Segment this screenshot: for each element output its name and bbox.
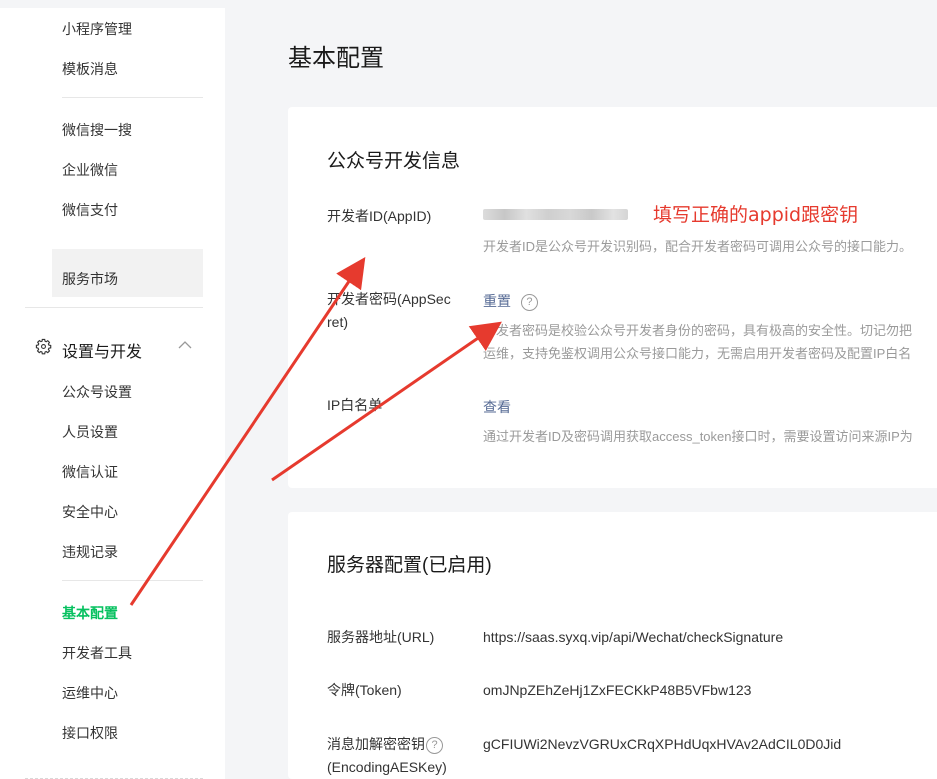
annotation-text: 填写正确的appid跟密钥	[653, 204, 859, 226]
nav-divider	[62, 580, 203, 581]
sidebar-item-account-settings[interactable]: 公众号设置	[62, 382, 132, 402]
sidebar-item-violations[interactable]: 违规记录	[62, 542, 118, 562]
aeskey-value: gCFIUWi2NevzVGRUxCRqXPHdUqxHVAv2AdCIL0D0…	[483, 736, 842, 752]
section-label: 设置与开发	[62, 344, 143, 361]
appsecret-description-line1: 开发者密码是校验公众号开发者身份的密码，具有极高的安全性。切记勿把	[483, 323, 913, 338]
appid-description: 开发者ID是公众号开发识别码，配合开发者密码可调用公众号的接口能力。	[483, 239, 913, 254]
sidebar-item-dev-tools[interactable]: 开发者工具	[62, 643, 132, 663]
chevron-up-icon	[178, 341, 192, 349]
sidebar-item-miniprogram[interactable]: 小程序管理	[62, 19, 132, 39]
sidebar-item-market-label: 服务市场	[62, 271, 118, 287]
appid-value-redacted	[483, 209, 628, 220]
appsecret-label-line2: ret)	[327, 314, 348, 330]
sidebar-item-pay[interactable]: 微信支付	[62, 200, 118, 220]
card-title: 公众号开发信息	[327, 151, 461, 172]
help-icon[interactable]: ?	[426, 736, 443, 754]
dev-info-card: 公众号开发信息 开发者ID(AppID) 开发者ID是公众号开发识别码，配合开发…	[288, 107, 937, 488]
server-config-card: 服务器配置(已启用) 服务器地址(URL) https://saas.syxq.…	[288, 512, 937, 779]
card-title: 服务器配置(已启用)	[327, 555, 492, 576]
nav-divider	[25, 307, 203, 308]
sidebar-item-ops[interactable]: 运维中心	[62, 683, 118, 703]
sidebar-item-security[interactable]: 安全中心	[62, 502, 118, 522]
sidebar-item-search[interactable]: 微信搜一搜	[62, 120, 132, 140]
ip-whitelist-label: IP白名单	[327, 397, 383, 413]
view-ip-whitelist-link[interactable]: 查看	[483, 399, 511, 415]
sidebar-item-verification[interactable]: 微信认证	[62, 462, 118, 482]
sidebar-item-templates[interactable]: 模板消息	[62, 59, 118, 79]
ip-whitelist-description: 通过开发者ID及密码调用获取access_token接口时，需要设置访问来源IP…	[483, 429, 913, 444]
aeskey-label-line2: (EncodingAESKey)	[327, 759, 447, 775]
token-label: 令牌(Token)	[327, 682, 402, 698]
page-title: 基本配置	[288, 45, 384, 72]
sidebar-item-people[interactable]: 人员设置	[62, 422, 118, 442]
reset-secret-link[interactable]: 重置	[483, 293, 511, 309]
help-icon[interactable]: ?	[520, 293, 538, 311]
sidebar-item-api-permissions[interactable]: 接口权限	[62, 723, 118, 743]
settings-dev-section-header[interactable]: 设置与开发	[35, 336, 200, 361]
sidebar-item-wecom[interactable]: 企业微信	[62, 160, 118, 180]
appid-label: 开发者ID(AppID)	[327, 208, 432, 224]
token-value: omJNpZEhZeHj1ZxFECKkP48B5VFbw123	[483, 682, 752, 698]
server-url-value: https://saas.syxq.vip/api/Wechat/checkSi…	[483, 629, 784, 645]
sidebar-item-market[interactable]: 服务市场	[52, 249, 203, 297]
server-url-label: 服务器地址(URL)	[327, 629, 435, 645]
sidebar: 小程序管理 模板消息 微信搜一搜 企业微信 微信支付 服务市场 设置与开发 公众…	[0, 8, 225, 779]
nav-divider	[62, 97, 203, 98]
appsecret-description-line2: 运维，支持免鉴权调用公众号接口能力，无需启用开发者密码及配置IP白名	[483, 346, 912, 361]
appsecret-label-line1: 开发者密码(AppSec	[327, 291, 451, 307]
aeskey-label: 消息加解密密钥	[327, 736, 425, 752]
sidebar-item-basic-config[interactable]: 基本配置	[62, 603, 118, 623]
gear-icon	[35, 338, 52, 355]
